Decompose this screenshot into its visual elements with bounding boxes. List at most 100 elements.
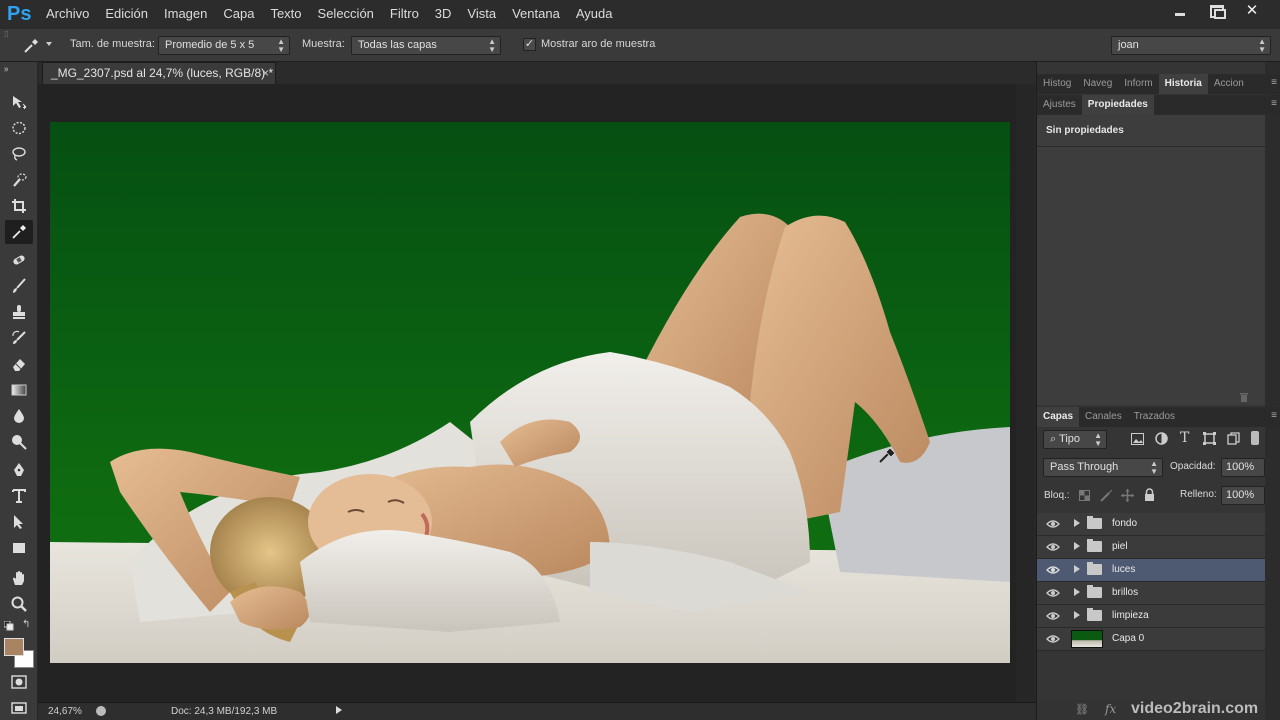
menu-texto[interactable]: Texto bbox=[262, 0, 309, 28]
quick-mask-button[interactable] bbox=[5, 670, 33, 694]
trash-icon[interactable] bbox=[1239, 391, 1249, 402]
layer-filter-select[interactable]: ⌕ Tipo ▲ ▼ bbox=[1043, 430, 1107, 449]
panel-dock-scrollbar[interactable] bbox=[1265, 62, 1280, 720]
lock-all-icon[interactable] bbox=[1144, 488, 1155, 502]
menu-3d[interactable]: 3D bbox=[427, 0, 460, 28]
layer-row-piel[interactable]: piel bbox=[1037, 536, 1265, 559]
eyedropper-tool[interactable] bbox=[5, 220, 33, 244]
blur-tool[interactable] bbox=[5, 404, 33, 428]
tab-navegador[interactable]: Naveg bbox=[1077, 74, 1118, 94]
preset-dropdown-icon[interactable] bbox=[46, 42, 52, 46]
sample-layers-select[interactable]: Todas las capas ▲ ▼ bbox=[351, 36, 501, 55]
expand-group-icon[interactable] bbox=[1074, 588, 1080, 596]
canvas-area[interactable] bbox=[38, 84, 1034, 702]
crop-tool[interactable] bbox=[5, 194, 33, 218]
tab-propiedades[interactable]: Propiedades bbox=[1081, 95, 1154, 115]
type-tool[interactable] bbox=[5, 484, 33, 508]
eye-icon[interactable] bbox=[1046, 610, 1060, 622]
type-filter-icon[interactable]: T bbox=[1180, 430, 1189, 446]
eye-icon[interactable] bbox=[1046, 564, 1060, 576]
default-colors-icon[interactable] bbox=[3, 620, 14, 631]
expand-group-icon[interactable] bbox=[1074, 611, 1080, 619]
opacity-input[interactable]: 100% bbox=[1221, 458, 1265, 477]
tab-acciones[interactable]: Accion bbox=[1208, 74, 1250, 94]
tab-canales[interactable]: Canales bbox=[1079, 407, 1128, 427]
smart-object-filter-icon[interactable] bbox=[1227, 432, 1240, 445]
pen-tool[interactable] bbox=[5, 458, 33, 482]
tab-historia[interactable]: Historia bbox=[1158, 74, 1208, 94]
panel-menu-icon[interactable]: ≡ bbox=[1271, 410, 1277, 421]
layer-row-limpieza[interactable]: limpieza bbox=[1037, 605, 1265, 628]
clone-stamp-tool[interactable] bbox=[5, 300, 33, 324]
eye-icon[interactable] bbox=[1046, 541, 1060, 553]
adjustment-filter-icon[interactable] bbox=[1155, 432, 1168, 445]
status-menu-arrow-icon[interactable] bbox=[336, 706, 342, 714]
lasso-tool[interactable] bbox=[5, 142, 33, 166]
close-window-button[interactable]: ✕ bbox=[1238, 2, 1266, 20]
vertical-scrollbar[interactable] bbox=[1016, 84, 1034, 702]
menu-capa[interactable]: Capa bbox=[215, 0, 262, 28]
tab-ajustes[interactable]: Ajustes bbox=[1037, 95, 1082, 115]
history-brush-tool[interactable] bbox=[5, 326, 33, 350]
expand-icon[interactable]: » bbox=[4, 65, 8, 74]
expand-group-icon[interactable] bbox=[1074, 519, 1080, 527]
image-filter-icon[interactable] bbox=[1131, 433, 1144, 445]
status-info-icon[interactable] bbox=[96, 706, 106, 716]
expand-group-icon[interactable] bbox=[1074, 542, 1080, 550]
eye-icon[interactable] bbox=[1046, 518, 1060, 530]
lock-pixels-icon[interactable] bbox=[1100, 489, 1113, 502]
quick-selection-tool[interactable] bbox=[5, 168, 33, 192]
menu-vista[interactable]: Vista bbox=[459, 0, 504, 28]
marquee-tool[interactable] bbox=[5, 116, 33, 140]
document-tab[interactable]: _MG_2307.psd al 24,7% (luces, RGB/8) * × bbox=[42, 62, 276, 84]
tab-capas[interactable]: Capas bbox=[1037, 407, 1080, 427]
close-document-icon[interactable]: × bbox=[262, 66, 269, 80]
foreground-color-swatch[interactable] bbox=[4, 638, 24, 656]
zoom-level[interactable]: 24,67% bbox=[48, 706, 82, 717]
eyedropper-preset-icon[interactable] bbox=[22, 37, 40, 55]
menu-ventana[interactable]: Ventana bbox=[504, 0, 568, 28]
brush-tool[interactable] bbox=[5, 274, 33, 298]
healing-brush-tool[interactable] bbox=[5, 248, 33, 272]
document-image[interactable] bbox=[50, 122, 1010, 663]
fill-input[interactable]: 100% bbox=[1221, 486, 1265, 505]
menu-ayuda[interactable]: Ayuda bbox=[568, 0, 621, 28]
path-selection-tool[interactable] bbox=[5, 510, 33, 534]
layer-row-capa-0[interactable]: Capa 0 bbox=[1037, 628, 1265, 651]
shape-filter-icon[interactable] bbox=[1203, 432, 1216, 445]
eraser-tool[interactable] bbox=[5, 352, 33, 376]
sample-size-select[interactable]: Promedio de 5 x 5 ▲ ▼ bbox=[158, 36, 290, 55]
layer-row-luces[interactable]: luces bbox=[1037, 559, 1265, 582]
tab-trazados[interactable]: Trazados bbox=[1128, 407, 1181, 427]
layer-row-fondo[interactable]: fondo bbox=[1037, 513, 1265, 536]
gradient-tool[interactable] bbox=[5, 378, 33, 402]
menu-filtro[interactable]: Filtro bbox=[382, 0, 427, 28]
lock-position-icon[interactable] bbox=[1121, 489, 1134, 502]
show-sampling-ring-checkbox[interactable]: ✓ bbox=[523, 38, 536, 51]
panel-menu-icon[interactable]: ≡ bbox=[1271, 98, 1277, 109]
menu-archivo[interactable]: Archivo bbox=[38, 0, 97, 28]
rectangle-tool[interactable] bbox=[5, 536, 33, 560]
filter-toggle-switch[interactable] bbox=[1251, 431, 1259, 445]
lock-transparency-icon[interactable] bbox=[1079, 490, 1090, 501]
blend-mode-select[interactable]: Pass Through ▲ ▼ bbox=[1043, 458, 1163, 477]
link-layers-icon[interactable]: ⛓ bbox=[1075, 703, 1089, 716]
fx-icon[interactable]: fx bbox=[1105, 702, 1116, 716]
expand-group-icon[interactable] bbox=[1074, 565, 1080, 573]
dodge-tool[interactable] bbox=[5, 430, 33, 454]
swap-colors-icon[interactable]: ↰ bbox=[22, 619, 30, 630]
menu-edicion[interactable]: Edición bbox=[97, 0, 156, 28]
menu-seleccion[interactable]: Selección bbox=[310, 0, 382, 28]
workspace-select[interactable]: joan ▲ ▼ bbox=[1111, 36, 1271, 55]
eye-icon[interactable] bbox=[1046, 587, 1060, 599]
zoom-tool[interactable] bbox=[5, 592, 33, 616]
move-tool[interactable] bbox=[5, 90, 33, 114]
eye-icon[interactable] bbox=[1046, 633, 1060, 645]
layer-row-brillos[interactable]: brillos bbox=[1037, 582, 1265, 605]
menu-imagen[interactable]: Imagen bbox=[156, 0, 215, 28]
tab-histograma[interactable]: Histog bbox=[1037, 74, 1077, 94]
hand-tool[interactable] bbox=[5, 566, 33, 590]
tab-informacion[interactable]: Inform bbox=[1118, 74, 1158, 94]
restore-button[interactable] bbox=[1202, 2, 1230, 20]
panel-menu-icon[interactable]: ≡ bbox=[1271, 77, 1277, 88]
